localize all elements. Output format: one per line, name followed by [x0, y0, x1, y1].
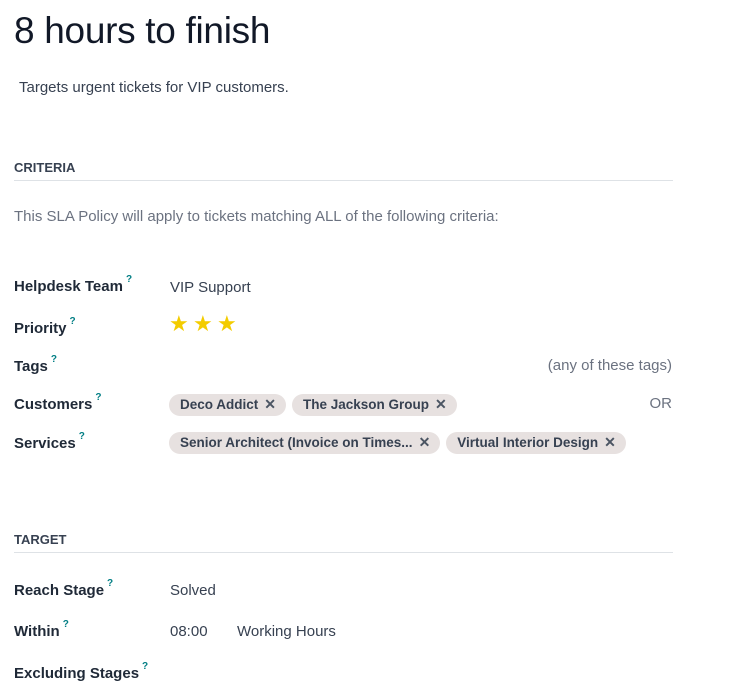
priority-stars: ★ ★ ★ — [169, 314, 237, 336]
customers-field[interactable]: Deco Addict ✕ The Jackson Group ✕ — [169, 394, 457, 416]
remove-icon[interactable]: ✕ — [604, 434, 616, 451]
criteria-heading: CRITERIA — [14, 160, 673, 181]
remove-icon[interactable]: ✕ — [419, 434, 431, 451]
helpdesk-team-label: Helpdesk Team? — [14, 274, 133, 295]
help-icon[interactable]: ? — [70, 316, 76, 327]
star-icon[interactable]: ★ — [169, 314, 189, 336]
policy-description[interactable]: Targets urgent tickets for VIP customers… — [19, 79, 289, 96]
within-time-field[interactable]: 08:00 — [170, 623, 208, 640]
services-label: Services? — [14, 431, 85, 452]
priority-label: Priority? — [14, 316, 76, 337]
within-unit-label: Working Hours — [237, 623, 336, 640]
remove-icon[interactable]: ✕ — [264, 396, 276, 413]
customers-hint: OR — [649, 395, 673, 412]
service-tag: Virtual Interior Design ✕ — [446, 432, 626, 454]
page-title[interactable]: 8 hours to finish — [14, 10, 270, 52]
target-heading: TARGET — [14, 532, 673, 553]
tags-label: Tags? — [14, 354, 58, 375]
help-icon[interactable]: ? — [95, 392, 101, 403]
star-icon[interactable]: ★ — [193, 314, 213, 336]
help-icon[interactable]: ? — [126, 274, 132, 285]
customer-tag: Deco Addict ✕ — [169, 394, 286, 416]
reach-stage-field[interactable]: Solved — [170, 582, 216, 599]
help-icon[interactable]: ? — [79, 431, 85, 442]
excluding-stages-label: Excluding Stages? — [14, 661, 149, 682]
reach-stage-label: Reach Stage? — [14, 578, 114, 599]
help-icon[interactable]: ? — [63, 619, 69, 630]
help-icon[interactable]: ? — [107, 578, 113, 589]
criteria-intro: This SLA Policy will apply to tickets ma… — [14, 208, 499, 225]
helpdesk-team-field[interactable]: VIP Support — [170, 279, 251, 296]
star-icon[interactable]: ★ — [217, 314, 237, 336]
help-icon[interactable]: ? — [142, 661, 148, 672]
tags-hint: (any of these tags) — [547, 357, 672, 374]
service-tag: Senior Architect (Invoice on Times... ✕ — [169, 432, 441, 454]
customers-label: Customers? — [14, 392, 102, 413]
customer-tag: The Jackson Group ✕ — [292, 394, 457, 416]
remove-icon[interactable]: ✕ — [435, 396, 447, 413]
help-icon[interactable]: ? — [51, 354, 57, 365]
within-label: Within? — [14, 619, 69, 640]
services-field[interactable]: Senior Architect (Invoice on Times... ✕ V… — [169, 432, 626, 454]
